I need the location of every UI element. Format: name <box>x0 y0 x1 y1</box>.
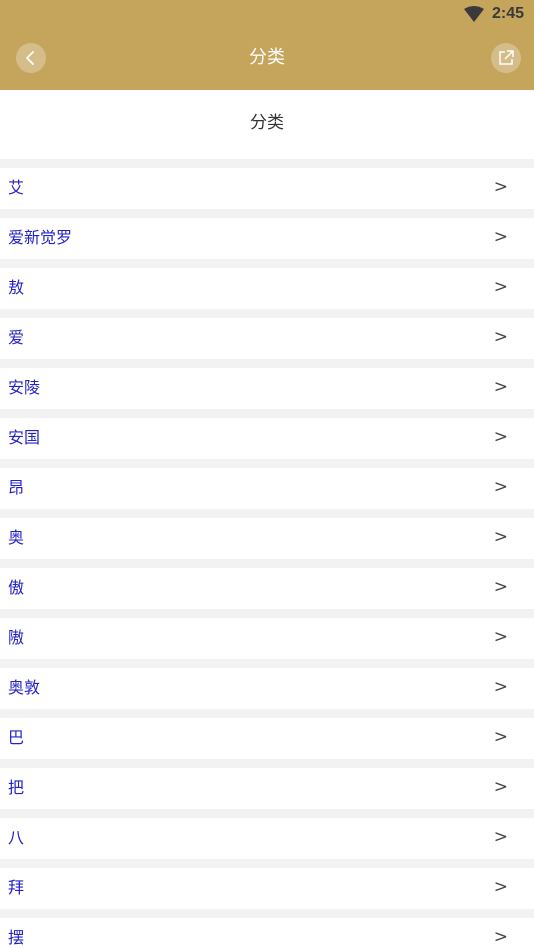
list-item[interactable]: 傲 > <box>0 568 534 609</box>
share-external-icon <box>499 50 514 65</box>
share-button[interactable] <box>491 43 521 73</box>
list-item-label: 奥 <box>8 528 25 547</box>
status-time: 2:45 <box>491 5 524 22</box>
chevron-right-icon: > <box>493 877 508 897</box>
list-item-label: 安陵 <box>8 378 41 397</box>
top-bar: 2:45 分类 <box>0 0 534 90</box>
category-header: 分类 <box>0 90 534 159</box>
list-item[interactable]: 爱新觉罗 > <box>0 218 534 259</box>
page-title: 分类 <box>249 47 285 68</box>
chevron-right-icon: > <box>493 927 508 947</box>
list-item[interactable]: 艾 > <box>0 168 534 209</box>
list-item[interactable]: 拜 > <box>0 868 534 909</box>
list-item-label: 爱新觉罗 <box>8 228 73 247</box>
list-item[interactable]: 爱 > <box>0 318 534 359</box>
app-screen: 2:45 分类 分类 艾 > 爱新觉罗 > 敖 > 爱 > 安陵 > 安国 > 昂 > 奥 > 傲 > 隞 > 奥敦 > 巴… <box>0 0 534 949</box>
list-item[interactable]: 巴 > <box>0 718 534 759</box>
list-item[interactable]: 敖 > <box>0 268 534 309</box>
chevron-right-icon: > <box>493 777 508 797</box>
list-item-label: 奥敦 <box>8 678 41 697</box>
list-item[interactable]: 把 > <box>0 768 534 809</box>
list-item[interactable]: 安国 > <box>0 418 534 459</box>
list-item-label: 爱 <box>8 328 25 347</box>
list-item-label: 安国 <box>8 428 41 447</box>
list-item[interactable]: 昂 > <box>0 468 534 509</box>
chevron-right-icon: > <box>493 377 508 397</box>
list-item-label: 摆 <box>8 928 25 947</box>
chevron-right-icon: > <box>493 577 508 597</box>
list-item[interactable]: 安陵 > <box>0 368 534 409</box>
chevron-right-icon: > <box>493 827 508 847</box>
navigation-bar: 分类 <box>0 28 534 90</box>
category-list: 艾 > 爱新觉罗 > 敖 > 爱 > 安陵 > 安国 > 昂 > 奥 > 傲 > 隞 > 奥敦 > 巴 > 把 > 八 > 拜 > 摆 > <box>0 168 534 949</box>
chevron-right-icon: > <box>493 177 508 197</box>
list-item[interactable]: 奥敦 > <box>0 668 534 709</box>
list-item-label: 傲 <box>8 578 25 597</box>
list-item-label: 隞 <box>8 628 25 647</box>
list-item-label: 艾 <box>8 178 25 197</box>
chevron-right-icon: > <box>493 727 508 747</box>
list-item-label: 昂 <box>8 478 25 497</box>
list-item-label: 八 <box>8 828 25 847</box>
chevron-right-icon: > <box>493 677 508 697</box>
chevron-right-icon: > <box>493 277 508 297</box>
list-item[interactable]: 隞 > <box>0 618 534 659</box>
chevron-right-icon: > <box>493 427 508 447</box>
list-item-label: 把 <box>8 778 25 797</box>
list-item-label: 拜 <box>8 878 25 897</box>
chevron-right-icon: > <box>493 477 508 497</box>
list-item[interactable]: 奥 > <box>0 518 534 559</box>
status-bar: 2:45 <box>0 0 534 28</box>
list-item-label: 敖 <box>8 278 25 297</box>
list-item[interactable]: 八 > <box>0 818 534 859</box>
chevron-right-icon: > <box>493 327 508 347</box>
chevron-right-icon: > <box>493 527 508 547</box>
list-item[interactable]: 摆 > <box>0 918 534 949</box>
category-heading: 分类 <box>250 113 284 133</box>
chevron-right-icon: > <box>493 627 508 647</box>
list-item-label: 巴 <box>8 728 25 747</box>
wifi-icon <box>464 6 484 22</box>
chevron-right-icon: > <box>493 227 508 247</box>
